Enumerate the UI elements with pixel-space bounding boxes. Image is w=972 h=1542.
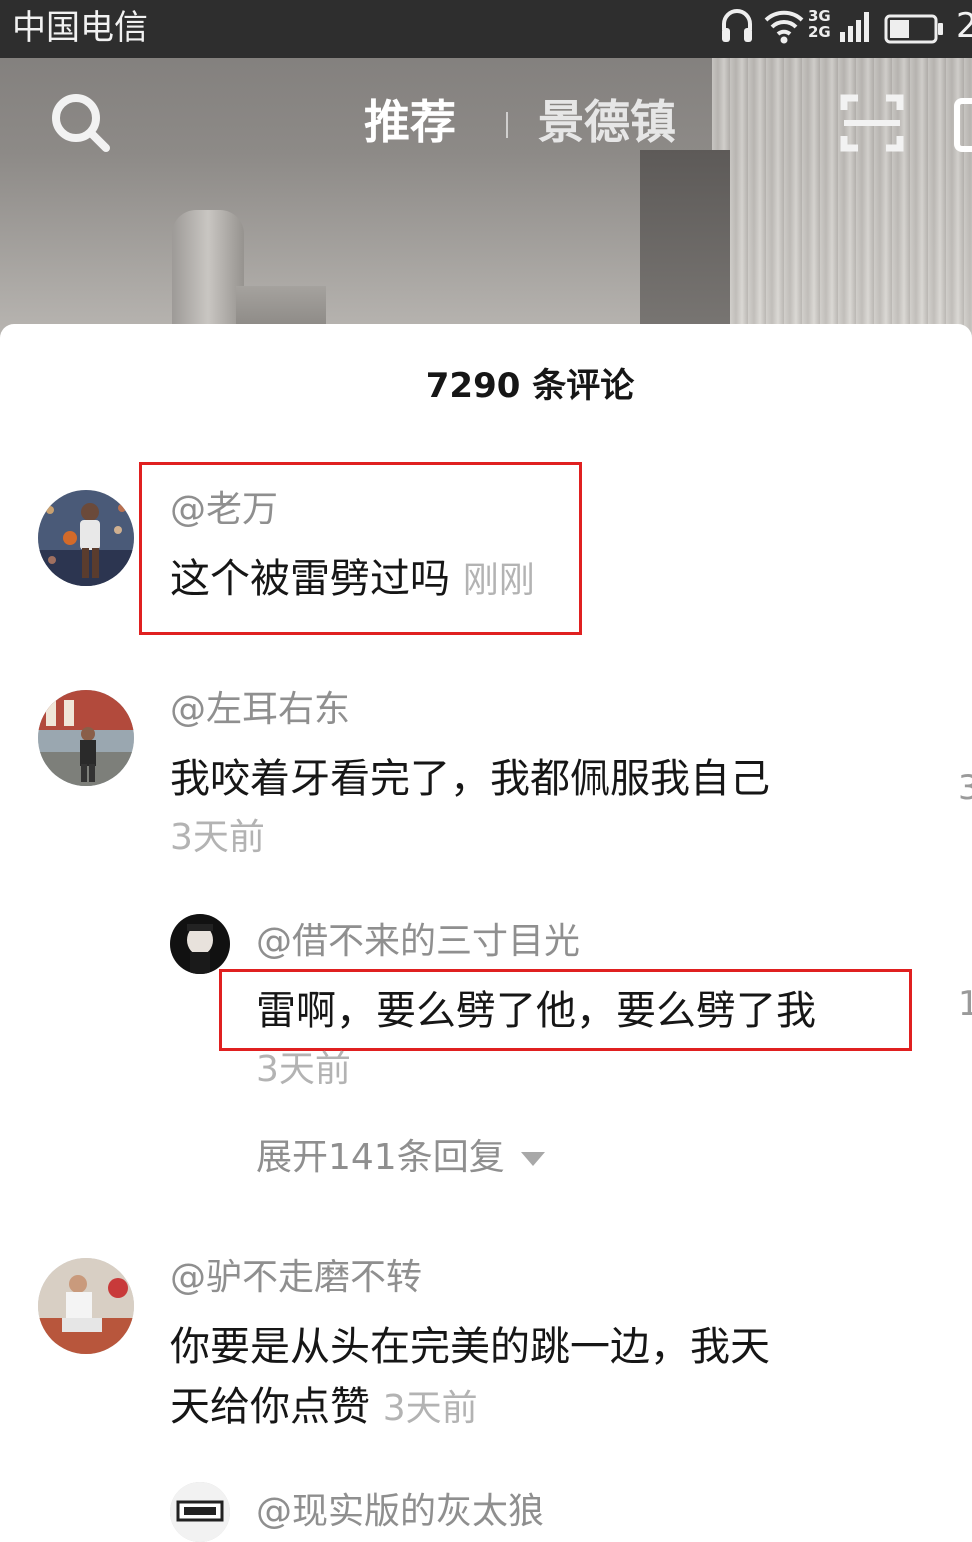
network-indicator: 3G 2G bbox=[808, 8, 831, 40]
tab-city[interactable]: 景德镇 bbox=[538, 90, 676, 154]
avatar[interactable] bbox=[38, 690, 134, 786]
avatar-portrait bbox=[170, 914, 230, 974]
headset-icon bbox=[722, 9, 752, 42]
pipe-arm-decoration bbox=[236, 286, 326, 326]
avatar-logo bbox=[170, 1482, 230, 1542]
network-3g: 3G bbox=[808, 7, 831, 25]
tab-divider bbox=[506, 112, 508, 138]
network-2g: 2G bbox=[808, 23, 831, 41]
comment-username[interactable]: @左耳右东 bbox=[170, 688, 350, 732]
comment-time: 刚刚 bbox=[462, 560, 535, 601]
comment-username[interactable]: @现实版的灰太狼 bbox=[256, 1490, 544, 1534]
reply-username[interactable]: @借不来的三寸目光 bbox=[256, 920, 580, 964]
comment-username[interactable]: @驴不走磨不转 bbox=[170, 1256, 422, 1300]
avatar[interactable] bbox=[38, 1258, 134, 1354]
reply-text: 雷啊，要么劈了他，要么劈了我 bbox=[256, 988, 816, 1034]
comment-text: 我咬着牙看完了，我都佩服我自己 bbox=[170, 756, 770, 802]
pipe-decoration bbox=[172, 210, 244, 340]
clock-partial: 2 bbox=[956, 6, 972, 46]
signal-bars-icon bbox=[840, 12, 869, 42]
comment-text: 天给你点赞 3天前 bbox=[170, 1378, 478, 1438]
expand-replies-button[interactable]: 展开141条回复 bbox=[256, 1136, 545, 1180]
comment-body: 天给你点赞 bbox=[170, 1384, 370, 1430]
top-navigation: 推荐 景德镇 bbox=[0, 62, 972, 192]
comments-sheet: 7290 条评论 @老万 这个被雷劈过吗 刚刚 @左耳右东 我咬着牙看完了，我都… bbox=[0, 324, 972, 1542]
avatar-street-photo bbox=[38, 690, 134, 786]
avatar-basketball-player bbox=[38, 490, 134, 586]
expand-replies-label: 展开141条回复 bbox=[256, 1137, 505, 1178]
avatar[interactable] bbox=[170, 1482, 230, 1542]
avatar-seated-man bbox=[38, 1258, 134, 1354]
status-bar: 中国电信 3G 2G 2 bbox=[0, 0, 972, 58]
battery-icon bbox=[884, 14, 943, 44]
search-icon[interactable] bbox=[48, 90, 112, 154]
reply-time: 3天前 bbox=[256, 1049, 351, 1090]
tab-recommend[interactable]: 推荐 bbox=[364, 90, 456, 154]
like-count-partial: 3 bbox=[958, 768, 972, 808]
comment-time: 3天前 bbox=[382, 1388, 478, 1429]
comments-count-title: 7290 条评论 bbox=[425, 366, 635, 406]
comment-text-line: 你要是从头在完美的跳一边，我天 bbox=[170, 1324, 770, 1370]
comment-username[interactable]: @老万 bbox=[170, 488, 278, 532]
like-count-partial: 1 bbox=[958, 984, 972, 1024]
comment-text: 这个被雷劈过吗 刚刚 bbox=[170, 550, 535, 610]
partial-edge-icon[interactable] bbox=[954, 98, 972, 152]
wifi-icon bbox=[764, 10, 804, 44]
carrier-name: 中国电信 bbox=[12, 8, 148, 48]
avatar[interactable] bbox=[38, 490, 134, 586]
avatar[interactable] bbox=[170, 914, 230, 974]
comment-body: 这个被雷劈过吗 bbox=[170, 556, 450, 602]
chevron-down-icon bbox=[520, 1152, 545, 1166]
scan-icon[interactable] bbox=[840, 92, 904, 154]
comment-time: 3天前 bbox=[170, 817, 265, 858]
